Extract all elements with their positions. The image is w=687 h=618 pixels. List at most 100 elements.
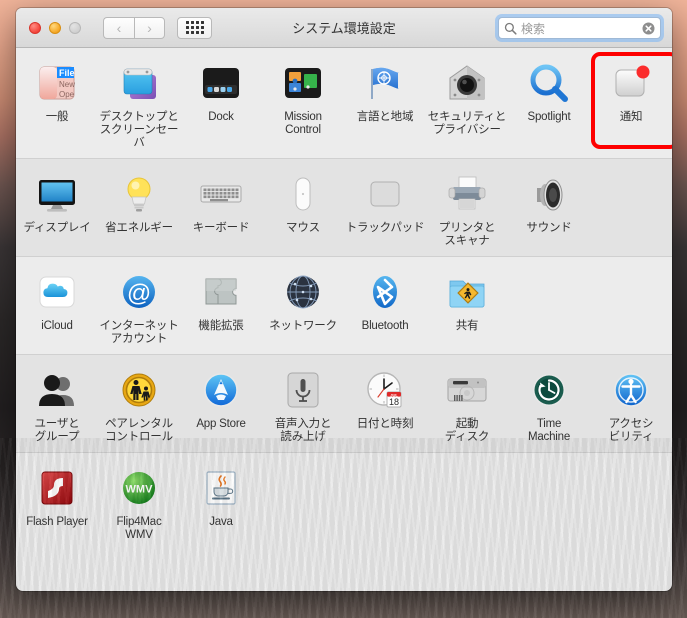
preferences-row: ユーザと グループ ペアレンタル コントロール App Store 音声入力と … xyxy=(16,355,672,453)
pref-displays[interactable]: ディスプレイ xyxy=(16,170,98,243)
pref-date-time[interactable]: JUL 18 日付と時刻 xyxy=(344,366,426,439)
pref-label: アクセシ ビリティ xyxy=(608,418,654,443)
pref-extensions[interactable]: 機能拡張 xyxy=(180,268,262,341)
show-all-button[interactable] xyxy=(177,16,212,39)
pref-energy-saver[interactable]: 省エネルギー xyxy=(98,170,180,243)
pref-label: Java xyxy=(209,516,233,528)
pref-network[interactable]: ネットワーク xyxy=(262,268,344,341)
pref-time-machine[interactable]: Time Machine xyxy=(508,366,590,452)
pref-mission-control[interactable]: Mission Control xyxy=(262,59,344,145)
language-region-icon xyxy=(361,59,409,107)
sound-icon xyxy=(525,170,573,218)
svg-text:WMV: WMV xyxy=(126,484,154,496)
pref-sharing[interactable]: 共有 xyxy=(426,268,508,341)
pref-label: トラックパッド xyxy=(345,222,425,234)
app-store-icon xyxy=(197,366,245,414)
sharing-icon xyxy=(443,268,491,316)
notifications-icon xyxy=(607,59,655,107)
preferences-grid: File New Ope 一般 デスクトップと スクリーンセーバ Dock Mi… xyxy=(16,48,672,591)
keyboard-icon xyxy=(197,170,245,218)
pref-label: 機能拡張 xyxy=(198,320,244,332)
clear-icon[interactable] xyxy=(642,22,655,35)
internet-accounts-icon: @ xyxy=(115,268,163,316)
pref-label: Mission Control xyxy=(284,111,322,136)
pref-mouse[interactable]: マウス xyxy=(262,170,344,243)
preferences-row: File New Ope 一般 デスクトップと スクリーンセーバ Dock Mi… xyxy=(16,48,672,159)
pref-keyboard[interactable]: キーボード xyxy=(180,170,262,243)
pref-label: Spotlight xyxy=(527,111,571,123)
icloud-icon xyxy=(33,268,81,316)
trackpad-icon xyxy=(361,170,409,218)
pref-language-region[interactable]: 言語と地域 xyxy=(344,59,426,132)
pref-label: プリンタと スキャナ xyxy=(438,222,496,247)
extensions-icon xyxy=(197,268,245,316)
search-container: 検索 xyxy=(495,14,664,42)
window-titlebar: ‹ › システム環境設定 検索 xyxy=(16,8,672,48)
back-button[interactable]: ‹ xyxy=(103,16,134,39)
general-icon: File New Ope xyxy=(33,59,81,107)
pref-label: 言語と地域 xyxy=(356,111,414,123)
pref-label: セキュリティと プライバシー xyxy=(427,111,507,136)
pref-label: Flash Player xyxy=(26,516,88,528)
preferences-row: ディスプレイ 省エネルギー キーボード マウス トラックパッド プリンタと スキ… xyxy=(16,159,672,257)
pref-java[interactable]: Java xyxy=(180,464,262,537)
pref-security-privacy[interactable]: セキュリティと プライバシー xyxy=(426,59,508,145)
pref-trackpad[interactable]: トラックパッド xyxy=(344,170,426,243)
pref-label: Dock xyxy=(208,111,234,123)
navigation-buttons: ‹ › xyxy=(103,16,165,39)
zoom-button[interactable] xyxy=(69,21,81,34)
pref-label: App Store xyxy=(196,418,246,430)
pref-label: ネットワーク xyxy=(269,320,337,332)
pref-label: ディスプレイ xyxy=(23,222,91,234)
energy-saver-icon xyxy=(115,170,163,218)
network-icon xyxy=(279,268,327,316)
svg-text:New: New xyxy=(59,80,75,89)
mouse-icon xyxy=(279,170,327,218)
pref-label: 起動 ディスク xyxy=(444,418,490,443)
pref-label: 共有 xyxy=(455,320,479,332)
pref-flash-player[interactable]: Flash Player xyxy=(16,464,98,537)
startup-disk-icon xyxy=(443,366,491,414)
pref-label: ペアレンタル コントロール xyxy=(105,418,173,443)
pref-flip4mac-wmv[interactable]: WMV Flip4Mac WMV xyxy=(98,464,180,550)
pref-sound[interactable]: サウンド xyxy=(508,170,590,243)
pref-label: 一般 xyxy=(45,111,69,123)
minimize-button[interactable] xyxy=(49,21,61,34)
pref-notifications[interactable]: 通知 xyxy=(590,52,672,149)
dictation-speech-icon xyxy=(279,366,327,414)
pref-dictation-speech[interactable]: 音声入力と 読み上げ xyxy=(262,366,344,452)
displays-icon xyxy=(33,170,81,218)
pref-general[interactable]: File New Ope 一般 xyxy=(16,59,98,132)
pref-desktop-screensaver[interactable]: デスクトップと スクリーンセーバ xyxy=(98,59,180,158)
traffic-lights xyxy=(29,21,81,34)
search-input[interactable]: 検索 xyxy=(498,17,661,39)
pref-parental-controls[interactable]: ペアレンタル コントロール xyxy=(98,366,180,452)
pref-spotlight[interactable]: Spotlight xyxy=(508,59,590,132)
system-preferences-window: ‹ › システム環境設定 検索 File New Ope 一般 デスクトップと … xyxy=(16,8,672,591)
forward-button[interactable]: › xyxy=(134,16,165,39)
pref-startup-disk[interactable]: 起動 ディスク xyxy=(426,366,508,452)
printers-scanners-icon xyxy=(443,170,491,218)
flash-player-icon xyxy=(33,464,81,512)
pref-label: ユーザと グループ xyxy=(34,418,80,443)
pref-printers-scanners[interactable]: プリンタと スキャナ xyxy=(426,170,508,256)
svg-text:File: File xyxy=(59,68,75,78)
pref-label: Bluetooth xyxy=(361,320,409,332)
search-icon xyxy=(504,22,517,35)
close-button[interactable] xyxy=(29,21,41,34)
pref-accessibility[interactable]: アクセシ ビリティ xyxy=(590,366,672,452)
pref-dock[interactable]: Dock xyxy=(180,59,262,132)
pref-bluetooth[interactable]: Bluetooth xyxy=(344,268,426,341)
pref-icloud[interactable]: iCloud xyxy=(16,268,98,341)
users-groups-icon xyxy=(33,366,81,414)
pref-label: 省エネルギー xyxy=(105,222,173,234)
pref-users-groups[interactable]: ユーザと グループ xyxy=(16,366,98,452)
grid-icon xyxy=(185,21,204,34)
pref-internet-accounts[interactable]: @ インターネット アカウント xyxy=(98,268,180,354)
preferences-row: Flash Player WMV Flip4Mac WMV Java xyxy=(16,453,672,550)
bluetooth-icon xyxy=(361,268,409,316)
pref-label: サウンド xyxy=(526,222,572,234)
pref-app-store[interactable]: App Store xyxy=(180,366,262,439)
java-icon xyxy=(197,464,245,512)
pref-label: マウス xyxy=(286,222,320,234)
